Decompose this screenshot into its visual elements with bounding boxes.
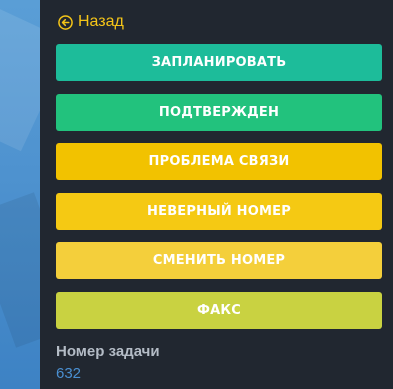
background-shape <box>0 8 40 152</box>
back-link-label: Назад <box>78 13 124 30</box>
background-map-strip <box>0 0 40 389</box>
confirmed-button[interactable]: ПОДТВЕРЖДЕН <box>56 94 382 131</box>
fax-button[interactable]: ФАКС <box>56 292 382 329</box>
task-number-value[interactable]: 632 <box>56 365 81 382</box>
connection-problem-button[interactable]: ПРОБЛЕМА СВЯЗИ <box>56 143 382 180</box>
background-shape <box>0 192 40 348</box>
schedule-button[interactable]: ЗАПЛАНИРОВАТЬ <box>56 44 382 81</box>
wrong-number-button[interactable]: НЕВЕРНЫЙ НОМЕР <box>56 193 382 230</box>
task-number-label: Номер задачи <box>56 343 160 360</box>
back-link[interactable]: Назад <box>58 12 124 32</box>
side-panel: Назад ЗАПЛАНИРОВАТЬ ПОДТВЕРЖДЕН ПРОБЛЕМА… <box>40 0 393 389</box>
arrow-left-circle-icon <box>58 14 73 30</box>
change-number-button[interactable]: СМЕНИТЬ НОМЕР <box>56 242 382 279</box>
